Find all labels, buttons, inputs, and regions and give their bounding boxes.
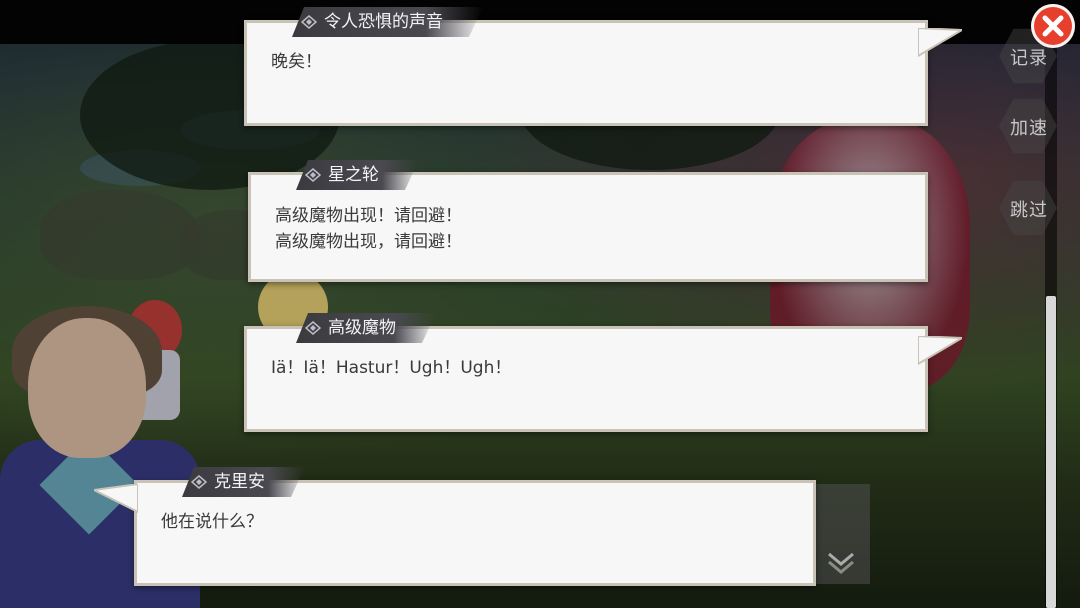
speaker-name: 克里安 — [214, 472, 265, 492]
scrollbar-thumb[interactable] — [1046, 296, 1056, 608]
skip-button-label: 跳过 — [1010, 200, 1048, 221]
speaker-nameplate: 高级魔物 — [296, 313, 436, 343]
next-line-button[interactable] — [812, 484, 870, 584]
diamond-ornament-icon — [191, 475, 207, 489]
close-x-icon — [1042, 15, 1064, 37]
diamond-ornament-icon — [301, 15, 317, 29]
dialog-line: 晚矣！ — [271, 52, 322, 72]
bubble-tail — [918, 28, 962, 58]
log-button-label: 记录 — [1010, 48, 1048, 69]
bubble-tail — [94, 484, 138, 514]
dialog-line: 高级魔物出现！请回避！ — [275, 206, 462, 226]
speaker-name: 令人恐惧的声音 — [324, 12, 443, 32]
speed-up-button-label: 加速 — [1010, 118, 1048, 139]
dialog-text: 他在说什么？ — [161, 509, 263, 535]
dialog-line: 高级魔物出现，请回避！ — [275, 232, 462, 252]
dialog-line: Iä！Iä！Hastur！Ugh！Ugh！ — [271, 358, 512, 378]
speaker-nameplate: 令人恐惧的声音 — [292, 7, 483, 37]
diamond-ornament-icon — [305, 168, 321, 182]
chevron-down-icon — [828, 552, 854, 574]
speaker-name: 星之轮 — [328, 165, 379, 185]
diamond-ornament-icon — [305, 321, 321, 335]
skip-button[interactable]: 跳过 — [996, 176, 1062, 242]
speaker-nameplate: 星之轮 — [296, 160, 419, 190]
bubble-tail — [918, 336, 962, 366]
dialog-line: 他在说什么？ — [161, 512, 263, 532]
close-button[interactable] — [1031, 4, 1075, 48]
dialog-text: 晚矣！ — [271, 49, 322, 75]
speaker-name: 高级魔物 — [328, 318, 396, 338]
speaker-nameplate: 克里安 — [182, 467, 305, 497]
speed-up-button[interactable]: 加速 — [996, 94, 1062, 160]
dialog-text: 高级魔物出现！请回避！ 高级魔物出现，请回避！ — [275, 203, 462, 255]
dialog-text: Iä！Iä！Hastur！Ugh！Ugh！ — [271, 355, 511, 381]
